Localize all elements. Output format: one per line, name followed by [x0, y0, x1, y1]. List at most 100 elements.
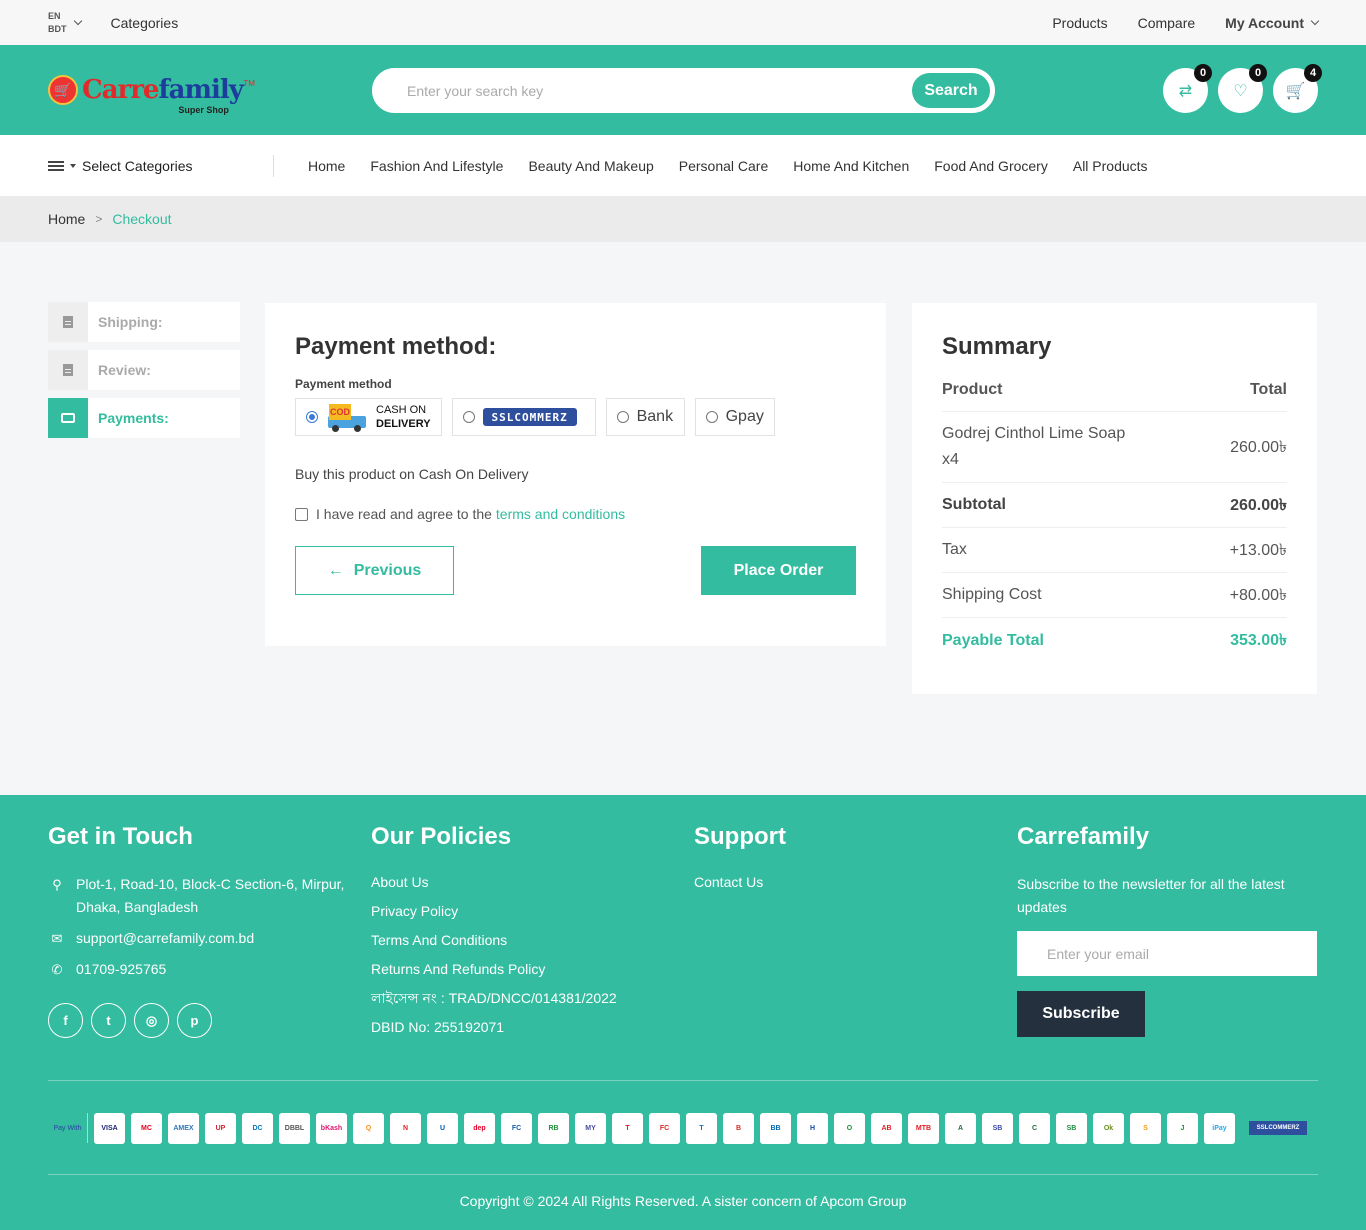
location-pin-icon: ⚲ — [52, 877, 62, 892]
policy-terms[interactable]: Terms And Conditions — [371, 931, 694, 950]
pay-logo-16: T — [686, 1112, 717, 1144]
pay-with-label: Pay With — [48, 1113, 88, 1143]
select-categories-label: Select Categories — [82, 157, 193, 174]
pay-logo-upay: U — [427, 1112, 458, 1144]
shipping-label: Shipping Cost — [942, 586, 1042, 603]
cart-icon: 🛒 — [1285, 82, 1306, 100]
search-button[interactable]: Search — [912, 73, 990, 108]
top-link-products[interactable]: Products — [1052, 15, 1107, 31]
policy-about-us[interactable]: About Us — [371, 873, 694, 892]
radio-unselected[interactable] — [616, 411, 629, 423]
my-account-menu[interactable]: My Account — [1225, 14, 1320, 31]
checkout-steps: Shipping: Review: Payments: — [48, 302, 240, 446]
cart-logo-icon: 🛒 — [48, 75, 78, 105]
nav-link-fashion[interactable]: Fashion And Lifestyle — [370, 158, 503, 174]
footer-divider — [48, 1080, 1318, 1081]
compare-count-badge: 0 — [1194, 64, 1212, 82]
summary-col-total: Total — [1249, 381, 1287, 398]
wishlist-button[interactable]: ♡ 0 — [1218, 64, 1267, 113]
summary-header: Product Total — [942, 381, 1287, 412]
step-payments[interactable]: Payments: — [48, 398, 240, 438]
radio-unselected[interactable] — [462, 411, 475, 423]
pay-logo-23: A — [945, 1112, 976, 1144]
cart-count-badge: 4 — [1304, 64, 1322, 82]
pay-logo-28: S — [1130, 1112, 1161, 1144]
terms-checkbox[interactable] — [295, 507, 308, 521]
summary-title: Summary — [942, 333, 1052, 360]
policy-privacy[interactable]: Privacy Policy — [371, 902, 694, 921]
policy-returns[interactable]: Returns And Refunds Policy — [371, 960, 694, 979]
payment-subtitle: Payment method — [295, 377, 392, 391]
pay-logo-dbbl: DBBL — [279, 1112, 310, 1144]
radio-selected[interactable] — [306, 411, 318, 423]
footer-support: Support Contact Us — [694, 823, 1017, 1047]
method-sslcommerz[interactable]: SSLCOMMERZ — [451, 398, 596, 436]
footer-email[interactable]: support@carrefamily.com.bd — [76, 927, 254, 950]
cart-button[interactable]: 🛒 4 — [1273, 64, 1322, 113]
search-input[interactable] — [375, 82, 912, 99]
breadcrumb-current: Checkout — [112, 211, 172, 227]
cod-truck-icon: COD — [326, 402, 368, 432]
pay-logo-27: Ok — [1093, 1112, 1124, 1144]
nav-link-food-grocery[interactable]: Food And Grocery — [934, 158, 1048, 174]
sslcommerz-logo: SSLCOMMERZ — [482, 408, 577, 426]
footer-policies-title: Our Policies — [371, 823, 512, 850]
dbid-number: DBID No: 255192071 — [371, 1019, 505, 1035]
support-contact-us[interactable]: Contact Us — [694, 873, 1017, 892]
pay-logo-26: SB — [1056, 1112, 1087, 1144]
method-bank[interactable]: Bank — [605, 398, 685, 436]
top-link-compare[interactable]: Compare — [1138, 15, 1196, 31]
envelope-icon: ✉ — [51, 931, 63, 946]
pay-logo-20: O — [834, 1112, 865, 1144]
nav-link-beauty[interactable]: Beauty And Makeup — [528, 158, 653, 174]
my-account-label: My Account — [1225, 14, 1304, 31]
site-logo[interactable]: 🛒 Carrefamily TM Super Shop — [48, 75, 368, 115]
footer-support-title: Support — [694, 823, 786, 850]
document-icon — [63, 316, 73, 328]
pay-logo-11: FC — [501, 1112, 532, 1144]
search-bar: Search — [372, 68, 995, 113]
subtotal-label: Subtotal — [942, 496, 1006, 513]
method-cash-on-delivery[interactable]: COD CASH ON DELIVERY — [295, 398, 442, 436]
summary-subtotal-row: Subtotal 260.00৳ — [942, 483, 1287, 528]
payment-logos-strip: Pay With VISA MC AMEX UP DC DBBL bKash Q… — [48, 1111, 1318, 1145]
nav-link-home-kitchen[interactable]: Home And Kitchen — [793, 158, 909, 174]
copyright: Copyright © 2024 All Rights Reserved. A … — [459, 1193, 907, 1209]
method-gpay[interactable]: Gpay — [694, 398, 775, 436]
summary-shipping-row: Shipping Cost +80.00৳ — [942, 573, 1287, 618]
nav-link-personal-care[interactable]: Personal Care — [679, 158, 769, 174]
previous-button[interactable]: ← Previous — [295, 546, 454, 595]
pay-logo-amex: AMEX — [168, 1112, 199, 1144]
compare-button[interactable]: ⇄ 0 — [1163, 64, 1212, 113]
top-bar: EN BDT Categories Products Compare My Ac… — [0, 0, 1366, 45]
step-review[interactable]: Review: — [48, 350, 240, 390]
top-categories-link[interactable]: Categories — [111, 15, 179, 31]
subtotal-value: 260.00৳ — [1230, 496, 1287, 514]
product-quantity: x4 — [942, 451, 959, 468]
payable-label: Payable Total — [942, 631, 1044, 649]
subscribe-button[interactable]: Subscribe — [1017, 991, 1145, 1037]
footer-policies: Our Policies About Us Privacy Policy Ter… — [371, 823, 694, 1047]
pay-logo-17: B — [723, 1112, 754, 1144]
footer-phone[interactable]: 01709-925765 — [76, 958, 166, 981]
select-categories-dropdown[interactable]: Select Categories — [48, 154, 274, 177]
pay-logo-ab: AB — [871, 1112, 902, 1144]
breadcrumb-home[interactable]: Home — [48, 211, 85, 227]
pinterest-icon[interactable]: p — [177, 1003, 212, 1038]
breadcrumb-separator: > — [95, 212, 103, 226]
place-order-button[interactable]: Place Order — [701, 546, 856, 595]
terms-link[interactable]: terms and conditions — [496, 506, 625, 522]
radio-unselected[interactable] — [705, 411, 718, 423]
nav-link-home[interactable]: Home — [308, 158, 345, 174]
language-currency-switcher[interactable]: EN BDT — [48, 10, 82, 36]
instagram-icon[interactable]: ◎ — [134, 1003, 169, 1038]
trade-license: লাইসেন্স নং : TRAD/DNCC/014381/2022 — [371, 990, 617, 1006]
pay-logo-mycash: MY — [575, 1112, 606, 1144]
card-icon — [61, 413, 75, 423]
nav-link-all-products[interactable]: All Products — [1073, 158, 1148, 174]
newsletter-email-input[interactable]: Enter your email — [1017, 931, 1317, 976]
step-label: Review: — [98, 362, 151, 378]
step-shipping[interactable]: Shipping: — [48, 302, 240, 342]
facebook-icon[interactable]: f — [48, 1003, 83, 1038]
twitter-icon[interactable]: t — [91, 1003, 126, 1038]
